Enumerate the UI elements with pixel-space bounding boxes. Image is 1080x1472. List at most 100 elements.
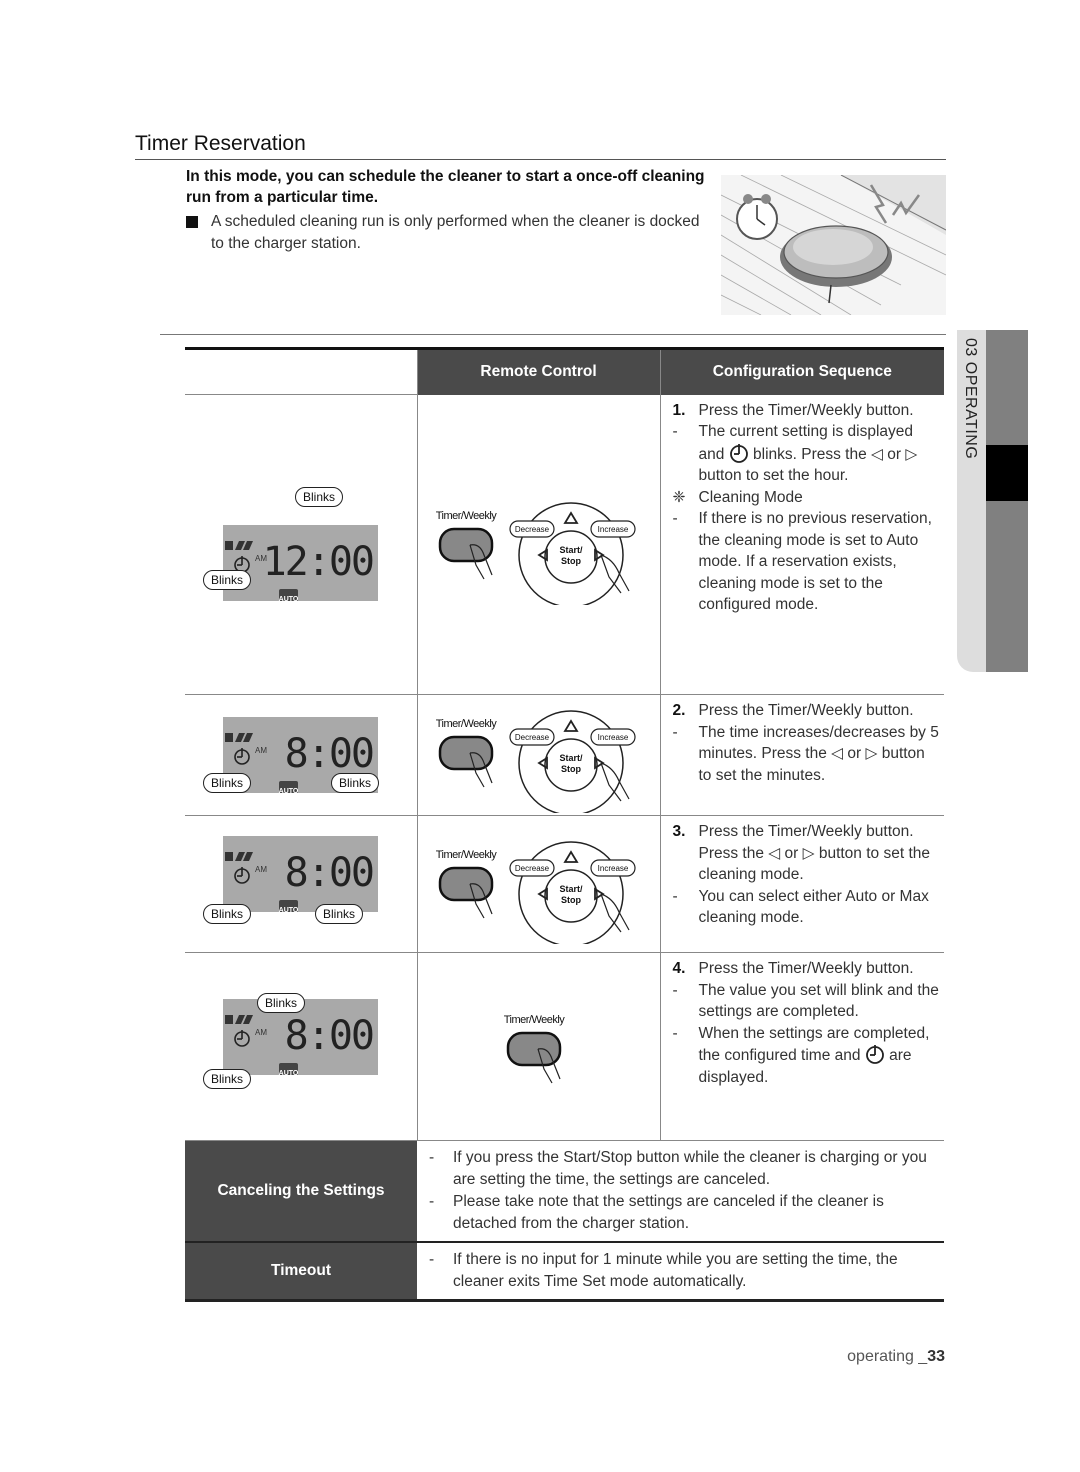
timer-weekly-label: Timer/Weekly: [503, 1014, 565, 1026]
lcd-display: AM 12:00 AUTO: [223, 525, 378, 605]
timer-icon: [729, 443, 748, 463]
time-readout: 8:00: [285, 731, 373, 777]
blinks-bubble: Blinks: [203, 1069, 252, 1089]
svg-text:AUTO: AUTO: [279, 1070, 299, 1075]
blinks-bubble: Blinks: [331, 773, 380, 793]
blinks-bubble: Blinks: [203, 904, 252, 924]
timer-reservation-table: Remote Control Configuration Sequence AM…: [185, 347, 944, 1302]
timer-icon: [865, 1045, 884, 1064]
am-indicator: AM: [255, 865, 267, 874]
lcd-panel: AM 8:00 AUTO: [225, 850, 375, 916]
blinks-bubble: Blinks: [203, 570, 252, 590]
timeout-text: - If there is no input for 1 minute while…: [417, 1242, 944, 1302]
blinks-bubble: Blinks: [315, 904, 364, 924]
battery-icon: [225, 733, 233, 742]
lcd-cell: AM 8:00 AUTO Blinks Blinks: [185, 815, 417, 953]
step-item: - The value you set will blink and the se…: [672, 981, 939, 1021]
timeout-label: Timeout: [185, 1242, 417, 1302]
chapter-tab: 03 OPERATING: [957, 330, 1028, 672]
table-row: AM 8:00 AUTO Blinks Blinks Timer/Weekly 4.…: [185, 952, 944, 1141]
time-readout: 12:00: [263, 539, 373, 585]
table-header-row: Remote Control Configuration Sequence: [185, 347, 944, 395]
remote-control-cell: Timer/Weekly Start/Stop Decrease Increase: [416, 394, 660, 695]
battery-icon: [225, 852, 233, 861]
svg-text:AUTO: AUTO: [279, 907, 299, 912]
battery-icon: [225, 541, 233, 550]
am-indicator: AM: [255, 746, 267, 755]
svg-text:AUTO: AUTO: [279, 596, 299, 601]
timer-weekly-button-illustration: Timer/Weekly: [503, 1014, 565, 1084]
header-remote-control: Remote Control: [416, 347, 660, 395]
bullet-square-icon: [186, 216, 198, 228]
svg-text:Start/: Start/: [559, 753, 583, 763]
blinks-bubble: Blinks: [257, 993, 306, 1013]
increase-label: Increase: [597, 864, 628, 873]
decrease-label: Decrease: [514, 733, 549, 742]
canceling-settings-label: Canceling the Settings: [185, 1140, 417, 1243]
sequence-cell: 4. Press the Timer/Weekly button. - The va…: [659, 952, 944, 1141]
battery-icon: [225, 1015, 233, 1024]
sequence-cell: 1. Press the Timer/Weekly button. - The cu…: [659, 394, 944, 695]
step-item: 3. Press the Timer/Weekly button. Press t…: [672, 823, 931, 883]
lcd-cell: AM 8:00 AUTO Blinks Blinks: [185, 694, 417, 816]
timer-weekly-label: Timer/Weekly: [436, 510, 497, 522]
step-item: - The current setting is displayed and bl…: [672, 423, 918, 484]
canceling-settings-row: Canceling the Settings - If you press the…: [185, 1140, 944, 1243]
cleaning-mode-icon: ❈: [672, 488, 686, 506]
step-item: 1. Press the Timer/Weekly button.: [672, 401, 914, 419]
svg-text:AUTO: AUTO: [279, 788, 299, 793]
remote-control-illustration: Timer/Weekly Start/Stop Decrease Increase: [436, 841, 636, 944]
decrease-label: Decrease: [514, 864, 549, 873]
sequence-cell: 3. Press the Timer/Weekly button. Press t…: [659, 815, 944, 953]
chapter-label: 03 OPERATING: [962, 338, 979, 460]
lcd-panel: AM12:00AUTO: [225, 539, 375, 605]
remote-control-cell: Timer/Weekly Start/Stop Decrease Increase: [416, 694, 660, 816]
timer-weekly-label: Timer/Weekly: [436, 849, 497, 861]
remote-control-illustration: Timer/Weekly Start/Stop Decrease Increase: [436, 710, 636, 813]
note-text: A scheduled cleaning run is only perform…: [211, 213, 700, 252]
clock-icon: [234, 748, 250, 765]
increase-label: Increase: [597, 525, 628, 534]
canceling-settings-text: - If you press the Start/Stop button whil…: [417, 1140, 944, 1243]
step-item: - You can select either Auto or Max clean…: [672, 887, 929, 927]
sequence-cell: 2. Press the Timer/Weekly button. - The ti…: [659, 694, 944, 816]
svg-text:Start/: Start/: [559, 884, 583, 894]
step-item: - The time increases/decreases by 5 minut…: [672, 723, 939, 784]
intro-text: In this mode, you can schedule the clean…: [186, 168, 705, 206]
svg-text:Stop: Stop: [561, 556, 581, 566]
note: A scheduled cleaning run is only perform…: [186, 211, 716, 255]
lcd-display: AM 8:00 AUTO: [223, 836, 378, 916]
time-readout: 8:00: [285, 1013, 373, 1059]
title-divider: [135, 159, 946, 160]
step-item: ❈ Cleaning Mode: [673, 487, 941, 509]
step-item: - When the settings are completed, the co…: [672, 1024, 930, 1086]
blinks-bubble: Blinks: [295, 487, 344, 507]
table-row: AM 12:00 AUTO Blinks Blinks Timer/Weekly St…: [185, 394, 944, 695]
svg-text:Stop: Stop: [561, 764, 581, 774]
page-title: Timer Reservation: [135, 132, 306, 155]
header-configuration-sequence: Configuration Sequence: [659, 347, 944, 395]
remote-control-illustration: Timer/Weekly Start/Stop Decrease Increase: [436, 501, 636, 605]
lcd-cell: AM 8:00 AUTO Blinks Blinks: [185, 952, 417, 1141]
table-row: AM 8:00 AUTO Blinks Blinks Timer/Weekly Sta…: [185, 815, 944, 953]
table-row: AM 8:00 AUTO Blinks Blinks Timer/Weekly Sta…: [185, 694, 944, 816]
decrease-label: Decrease: [514, 525, 549, 534]
svg-text:Stop: Stop: [561, 895, 581, 905]
increase-label: Increase: [597, 733, 628, 742]
time-readout: 8:00: [285, 850, 373, 896]
page-number: operating _33: [847, 1348, 945, 1365]
robot-cleaner-illustration: [721, 175, 946, 315]
step-item: 4. Press the Timer/Weekly button.: [672, 960, 914, 977]
remote-control-cell: Timer/Weekly: [416, 952, 660, 1141]
lcd-cell: AM 12:00 AUTO Blinks Blinks: [185, 394, 417, 695]
section-divider: [160, 334, 946, 335]
svg-text:Start/: Start/: [559, 545, 583, 555]
timer-weekly-label: Timer/Weekly: [436, 718, 497, 730]
step-item: 2. Press the Timer/Weekly button.: [672, 702, 914, 719]
am-indicator: AM: [255, 1028, 267, 1037]
blinks-bubble: Blinks: [203, 773, 252, 793]
clock-icon: [234, 867, 250, 884]
timeout-row: Timeout - If there is no input for 1 minu…: [185, 1242, 944, 1302]
clock-icon: [234, 1030, 250, 1047]
step-item: - If there is no previous reservation, th…: [672, 510, 932, 613]
